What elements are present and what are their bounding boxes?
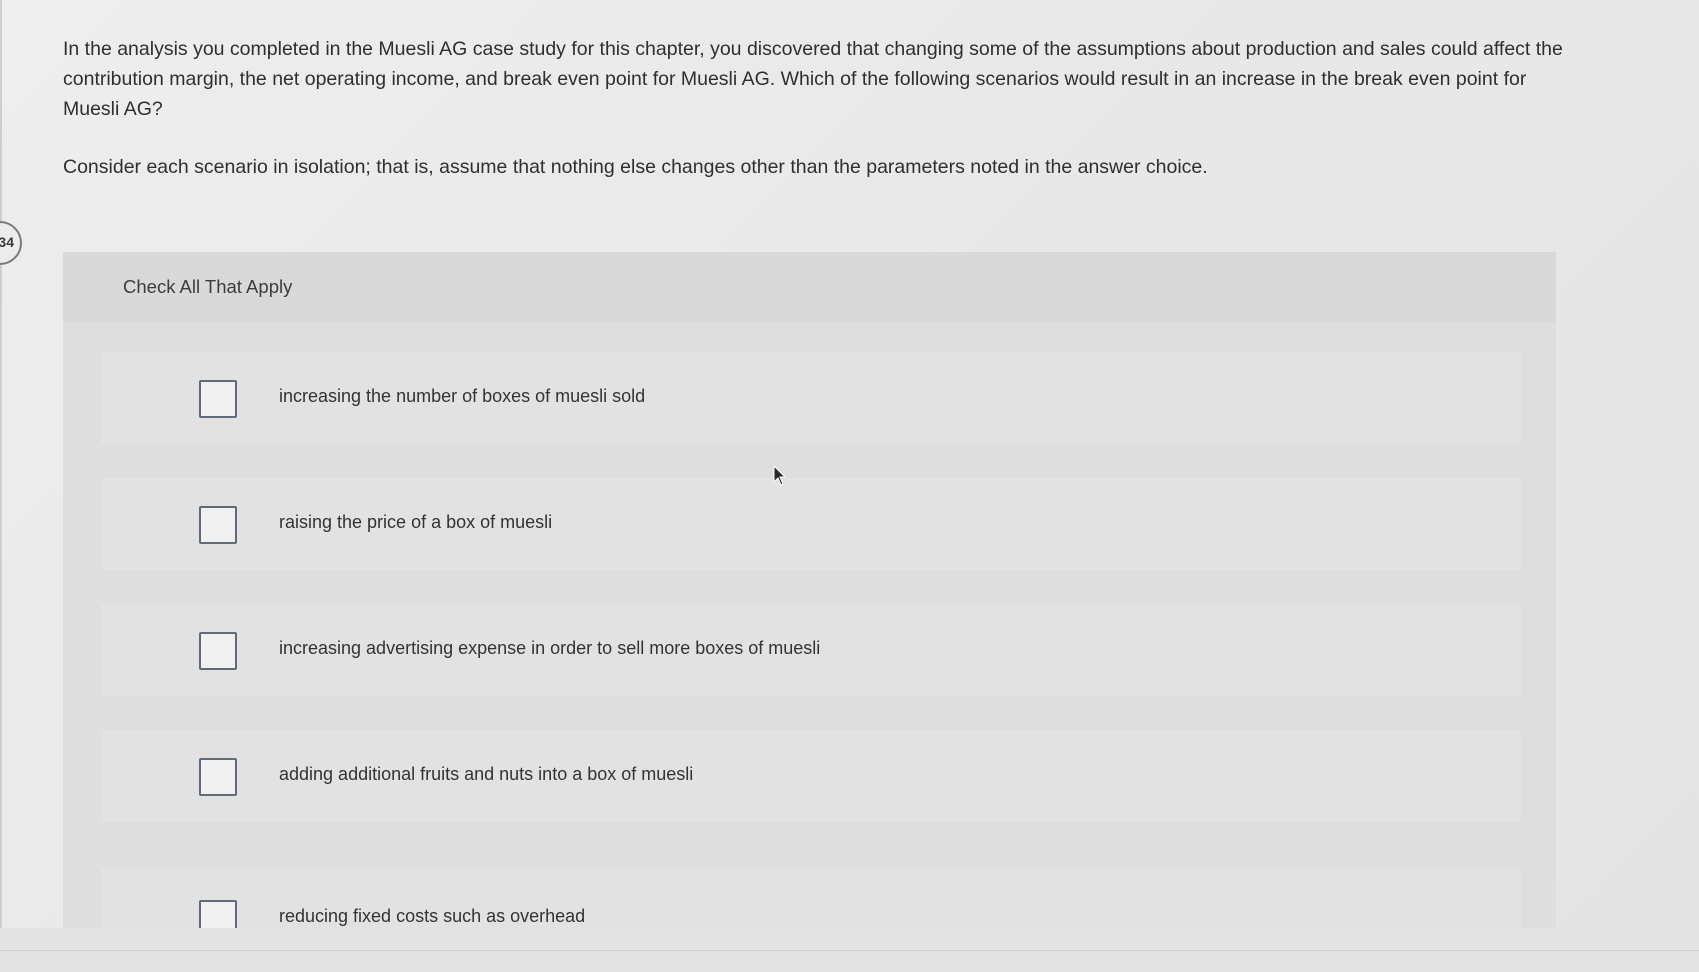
page: 34 In the analysis you completed in the … <box>0 0 1699 972</box>
mouse-pointer-icon <box>773 465 787 486</box>
question-number-badge: 34 <box>0 221 22 265</box>
answer-option[interactable]: adding additional fruits and nuts into a… <box>101 730 1521 822</box>
answer-option-label[interactable]: reducing fixed costs such as overhead <box>279 906 585 927</box>
answer-option-label[interactable]: increasing advertising expense in order … <box>279 638 820 659</box>
answer-option[interactable]: reducing fixed costs such as overhead <box>101 868 1521 928</box>
answer-checkbox[interactable] <box>199 380 237 418</box>
answer-checkbox[interactable] <box>199 506 237 544</box>
answer-checkbox[interactable] <box>199 632 237 670</box>
bottom-divider <box>0 950 1699 951</box>
answer-option-label[interactable]: adding additional fruits and nuts into a… <box>279 764 693 785</box>
answer-option[interactable]: raising the price of a box of muesli <box>101 478 1521 570</box>
left-divider <box>0 0 2 972</box>
answer-panel: Check All That Apply increasing the numb… <box>63 252 1556 928</box>
answer-checkbox[interactable] <box>199 900 237 928</box>
answer-panel-header: Check All That Apply <box>63 252 1556 322</box>
answer-checkbox[interactable] <box>199 758 237 796</box>
answer-option-label[interactable]: raising the price of a box of muesli <box>279 512 552 533</box>
check-all-label: Check All That Apply <box>123 276 293 297</box>
answer-option-label[interactable]: increasing the number of boxes of muesli… <box>279 386 645 407</box>
question-prompt: In the analysis you completed in the Mue… <box>63 38 1563 120</box>
answer-option[interactable]: increasing advertising expense in order … <box>101 604 1521 696</box>
question-instruction: Consider each scenario in isolation; tha… <box>63 156 1208 178</box>
bottom-strip <box>0 928 1699 972</box>
question-number: 34 <box>0 234 14 250</box>
answer-option[interactable]: increasing the number of boxes of muesli… <box>101 352 1521 444</box>
